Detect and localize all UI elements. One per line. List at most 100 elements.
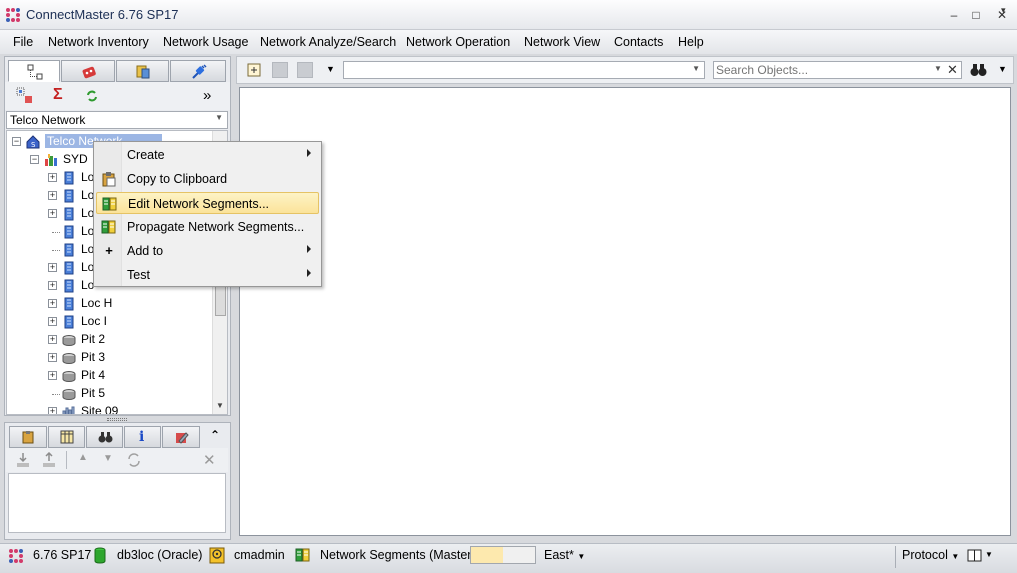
- minimize-button[interactable]: –: [944, 6, 964, 24]
- expand-icon[interactable]: +: [48, 317, 57, 326]
- menu-item-label: Test: [127, 268, 150, 282]
- submenu-arrow-icon: [307, 245, 311, 253]
- tab-connector[interactable]: [170, 60, 226, 82]
- collapse-panel-button[interactable]: ⌃: [210, 428, 220, 442]
- tab-properties[interactable]: [162, 426, 200, 448]
- tree-node[interactable]: + Site 09: [7, 403, 212, 414]
- scroll-down-icon[interactable]: ▼: [216, 401, 224, 410]
- layout-dropdown-icon[interactable]: ▼: [985, 550, 993, 559]
- menu-item-label: Propagate Network Segments...: [127, 220, 305, 234]
- binoculars-icon: [98, 432, 113, 443]
- menu-item-label: Create: [127, 148, 165, 162]
- clear-search-icon[interactable]: ✕: [947, 62, 958, 78]
- sum-icon[interactable]: Σ: [53, 86, 63, 104]
- location-combo[interactable]: ▼: [343, 61, 705, 79]
- tree-node-label: Pit 2: [81, 332, 106, 346]
- tree-node[interactable]: Pit 5: [7, 385, 212, 403]
- location-icon: [64, 225, 74, 239]
- tab-clipboard[interactable]: [9, 426, 47, 448]
- menu-network-inventory[interactable]: Network Inventory: [48, 35, 149, 49]
- move-up-icon[interactable]: ▲: [78, 452, 88, 463]
- navigation-toolbar: [5, 82, 230, 110]
- toolbar-more-button[interactable]: »: [203, 87, 211, 104]
- chevron-down-icon[interactable]: ▼: [934, 64, 942, 73]
- database-icon: [94, 547, 106, 564]
- binoculars-icon[interactable]: [970, 62, 987, 77]
- search-options-icon[interactable]: ▼: [998, 64, 1007, 74]
- panel-splitter[interactable]: [107, 418, 127, 421]
- expand-icon[interactable]: +: [48, 281, 57, 290]
- tab-tools[interactable]: [116, 60, 169, 82]
- tree-node[interactable]: + Loc H: [7, 295, 212, 313]
- context-menu-item-create[interactable]: Create: [96, 144, 319, 166]
- tree-node-label: Pit 5: [81, 386, 106, 400]
- context-menu-item-edit-network-segments[interactable]: Edit Network Segments...: [96, 192, 319, 214]
- menu-network-operation[interactable]: Network Operation: [406, 35, 510, 49]
- back-icon[interactable]: [272, 62, 288, 78]
- context-menu-item-add-to[interactable]: + Add to: [96, 240, 319, 262]
- history-dropdown-icon[interactable]: ▼: [326, 64, 335, 74]
- delete-icon[interactable]: ✕: [203, 451, 216, 469]
- status-network-segments: Network Segments (Master): [320, 548, 476, 562]
- tree-scrollbar-thumb[interactable]: [215, 284, 226, 316]
- sync-icon[interactable]: [126, 452, 142, 468]
- submenu-arrow-icon: [307, 269, 311, 277]
- status-protocol[interactable]: Protocol ▼: [902, 548, 959, 562]
- tab-search[interactable]: [86, 426, 123, 448]
- tab-table[interactable]: [48, 426, 85, 448]
- filter-icon[interactable]: [16, 87, 34, 105]
- forward-icon[interactable]: [297, 62, 313, 78]
- chevron-down-icon: ▼: [577, 552, 586, 561]
- menu-help[interactable]: Help: [678, 35, 704, 49]
- context-menu-item-test[interactable]: Test: [96, 264, 319, 286]
- segments-icon: [101, 220, 116, 234]
- context-menu-item-copy-to-clipboard[interactable]: Copy to Clipboard: [96, 168, 319, 190]
- info-icon: i: [139, 429, 145, 445]
- tree-node[interactable]: + Pit 2: [7, 331, 212, 349]
- expand-icon[interactable]: +: [48, 353, 57, 362]
- scope-select-value: Telco Network: [10, 113, 86, 127]
- search-box[interactable]: ▼ ✕: [713, 61, 962, 79]
- search-input[interactable]: [716, 63, 931, 77]
- expand-icon[interactable]: +: [48, 371, 57, 380]
- restore-button[interactable]: □: [966, 6, 986, 24]
- tree-node[interactable]: + Pit 3: [7, 349, 212, 367]
- status-region[interactable]: East* ▼: [544, 548, 585, 562]
- location-icon: [64, 297, 74, 311]
- network-root-icon: S: [26, 135, 40, 149]
- expand-icon[interactable]: +: [48, 191, 57, 200]
- layout-icon[interactable]: [967, 549, 982, 562]
- menu-network-analyze-search[interactable]: Network Analyze/Search: [260, 35, 396, 49]
- expand-icon[interactable]: +: [48, 209, 57, 218]
- expand-icon[interactable]: +: [48, 407, 57, 414]
- menu-overflow-icon[interactable]: ▾: [1001, 5, 1006, 16]
- expand-icon[interactable]: +: [48, 299, 57, 308]
- pit-icon: [62, 335, 76, 347]
- menu-network-usage[interactable]: Network Usage: [163, 35, 248, 49]
- menu-contacts[interactable]: Contacts: [614, 35, 663, 49]
- tools-icon: [136, 65, 150, 79]
- import-icon[interactable]: [16, 452, 30, 468]
- expand-icon[interactable]: +: [48, 263, 57, 272]
- table-icon: [60, 430, 74, 444]
- menu-file[interactable]: File: [13, 35, 33, 49]
- chevron-down-icon: ▼: [951, 552, 960, 561]
- export-icon[interactable]: [42, 452, 56, 468]
- menu-network-view[interactable]: Network View: [524, 35, 600, 49]
- scope-select[interactable]: Telco Network ▼: [6, 111, 228, 129]
- refresh-icon[interactable]: [85, 89, 99, 103]
- new-view-icon[interactable]: [247, 63, 261, 77]
- tab-equipment[interactable]: [61, 60, 115, 82]
- tab-tree[interactable]: [8, 60, 60, 82]
- tab-info[interactable]: i: [124, 426, 161, 448]
- collapse-icon[interactable]: −: [30, 155, 39, 164]
- context-menu-item-propagate-network-segments[interactable]: Propagate Network Segments...: [96, 216, 319, 238]
- expand-icon[interactable]: +: [48, 335, 57, 344]
- collapse-icon[interactable]: −: [12, 137, 21, 146]
- expand-icon[interactable]: +: [48, 173, 57, 182]
- tree-node[interactable]: + Pit 4: [7, 367, 212, 385]
- move-down-icon[interactable]: ▼: [103, 453, 113, 464]
- tree-node[interactable]: + Loc I: [7, 313, 212, 331]
- status-progress: [470, 546, 536, 564]
- context-menu: Create Copy to Clipboard Edit Network Se…: [93, 141, 322, 287]
